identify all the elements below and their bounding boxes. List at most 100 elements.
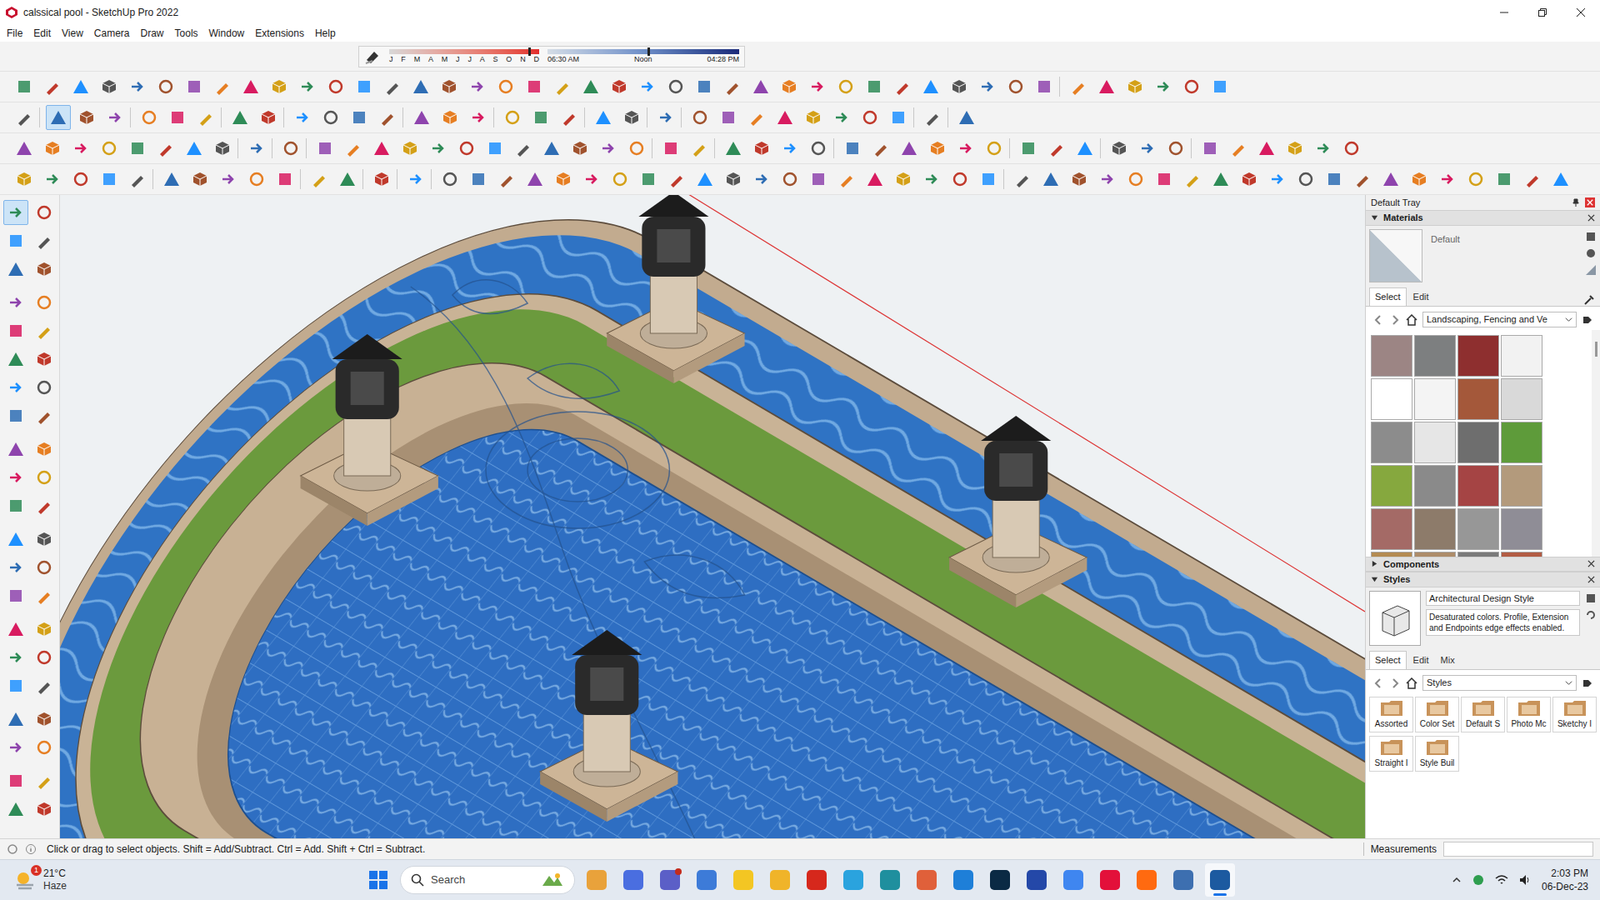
tool-button[interactable] <box>1151 166 1177 192</box>
tool-button[interactable] <box>1066 166 1092 192</box>
tool-button[interactable] <box>96 74 122 100</box>
tool-button[interactable] <box>1163 135 1189 161</box>
tool-button[interactable] <box>159 166 185 192</box>
lantern-pillar[interactable] <box>540 630 678 822</box>
date-slider[interactable]: JFMAMJJASOND <box>389 49 540 65</box>
tool-button[interactable] <box>1378 166 1404 192</box>
tool-button[interactable] <box>1180 166 1205 192</box>
style-folder[interactable]: Default S <box>1460 696 1505 733</box>
details-icon[interactable] <box>1581 677 1594 690</box>
style-folder[interactable]: Photo Mc <box>1506 696 1551 733</box>
tool-button[interactable] <box>68 74 94 100</box>
tool-button[interactable] <box>1350 166 1375 192</box>
tool-button[interactable] <box>1435 166 1460 192</box>
tool-button[interactable] <box>624 135 650 161</box>
tool-button[interactable] <box>11 166 37 192</box>
tool-button[interactable] <box>238 74 264 100</box>
tool-button[interactable] <box>1491 166 1517 192</box>
tool-button[interactable] <box>31 375 57 400</box>
tool-button[interactable] <box>579 166 605 192</box>
tool-button[interactable] <box>607 166 633 192</box>
menu-item[interactable]: Edit <box>33 25 51 41</box>
tool-button[interactable] <box>868 135 894 161</box>
tool-button[interactable] <box>318 105 344 130</box>
tool-button[interactable] <box>40 135 65 161</box>
tool-button[interactable] <box>550 166 576 192</box>
tool-button[interactable] <box>3 555 29 580</box>
tool-button[interactable] <box>1520 166 1545 192</box>
tool-button[interactable] <box>3 735 29 760</box>
tool-button[interactable] <box>567 135 593 161</box>
material-swatch[interactable] <box>1500 335 1543 377</box>
tool-button[interactable] <box>193 105 219 130</box>
tool-button[interactable] <box>528 105 554 130</box>
tool-button[interactable] <box>125 166 150 192</box>
tool-button[interactable] <box>11 74 37 100</box>
close-button[interactable] <box>1561 0 1600 25</box>
tool-button[interactable] <box>187 166 213 192</box>
tool-button[interactable] <box>102 105 128 130</box>
lantern-pillar[interactable] <box>606 195 745 384</box>
taskbar-app[interactable] <box>875 863 905 897</box>
tool-button[interactable] <box>619 105 645 130</box>
tool-button[interactable] <box>1123 166 1149 192</box>
lantern-pillar[interactable] <box>300 334 439 526</box>
tool-button[interactable] <box>1015 135 1041 161</box>
tool-button[interactable] <box>312 135 338 161</box>
tool-button[interactable] <box>539 135 565 161</box>
tool-button[interactable] <box>953 135 979 161</box>
tool-button[interactable] <box>3 768 29 794</box>
tool-button[interactable] <box>1236 166 1262 192</box>
wifi-icon[interactable] <box>1495 873 1509 887</box>
tool-button[interactable] <box>691 74 717 100</box>
menu-item[interactable]: Extensions <box>255 25 305 41</box>
tool-button[interactable] <box>1265 166 1290 192</box>
taskbar-app[interactable] <box>985 863 1015 897</box>
update-style-icon[interactable] <box>1585 609 1597 621</box>
material-swatch[interactable] <box>1500 465 1543 507</box>
search-box[interactable]: Search <box>400 865 575 895</box>
back-icon[interactable] <box>1372 314 1385 326</box>
tool-button[interactable] <box>1208 166 1234 192</box>
tool-button[interactable] <box>805 135 831 161</box>
tool-button[interactable] <box>465 166 491 192</box>
chevron-up-icon[interactable] <box>1451 875 1462 885</box>
menu-item[interactable]: Camera <box>94 25 130 41</box>
date-slider-marker[interactable] <box>528 47 531 56</box>
menu-item[interactable]: Window <box>209 25 245 41</box>
tool-button[interactable] <box>3 200 29 225</box>
tool-button[interactable] <box>340 135 366 161</box>
tool-button[interactable] <box>31 555 57 580</box>
tab[interactable]: Mix <box>1435 651 1460 670</box>
tool-button[interactable] <box>403 166 429 192</box>
tool-button[interactable] <box>68 166 94 192</box>
tool-button[interactable] <box>521 74 547 100</box>
tool-button[interactable] <box>862 166 888 192</box>
tool-button[interactable] <box>1463 166 1489 192</box>
tool-button[interactable] <box>749 166 775 192</box>
tab[interactable]: Select <box>1369 287 1407 306</box>
tool-button[interactable] <box>556 105 582 130</box>
tool-button[interactable] <box>375 105 400 130</box>
material-swatch[interactable] <box>1414 421 1456 464</box>
forward-icon[interactable] <box>1389 677 1401 690</box>
tray-close-button[interactable] <box>1585 197 1595 208</box>
tool-button[interactable] <box>244 135 270 161</box>
tool-button[interactable] <box>11 135 37 161</box>
tool-button[interactable] <box>31 796 57 822</box>
tool-button[interactable] <box>653 105 679 130</box>
tool-button[interactable] <box>465 105 491 130</box>
tool-button[interactable] <box>692 166 718 192</box>
tool-button[interactable] <box>748 74 774 100</box>
tool-button[interactable] <box>1197 135 1223 161</box>
tool-button[interactable] <box>436 74 462 100</box>
tool-button[interactable] <box>834 166 860 192</box>
tool-button[interactable] <box>165 105 190 130</box>
tool-button[interactable] <box>3 436 29 462</box>
tool-button[interactable] <box>3 465 29 490</box>
tool-button[interactable] <box>3 645 29 670</box>
tool-button[interactable] <box>777 166 803 192</box>
tool-button[interactable] <box>74 105 100 130</box>
taskbar-app[interactable] <box>801 863 832 897</box>
taskbar-app[interactable] <box>1168 863 1199 897</box>
